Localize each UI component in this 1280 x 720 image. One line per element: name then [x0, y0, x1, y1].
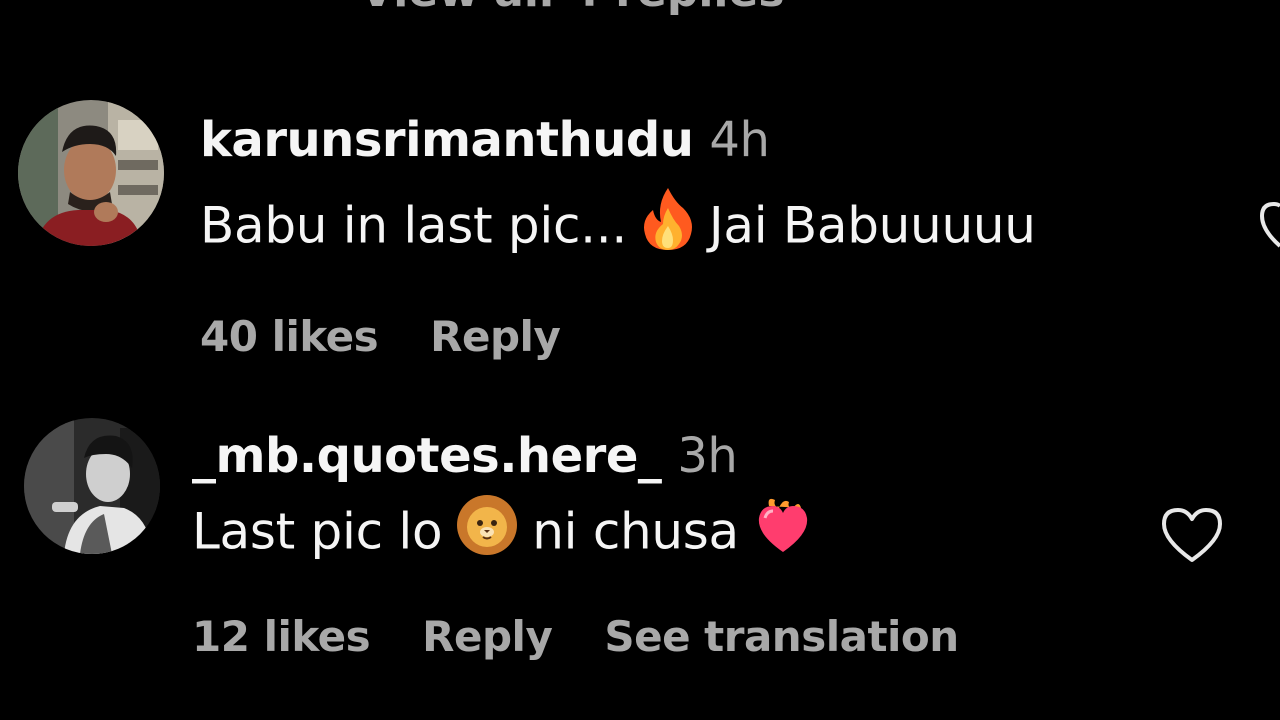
likes-count[interactable]: 40 likes	[200, 312, 379, 361]
comment-text-part: Last pic lo	[192, 502, 443, 561]
likes-count[interactable]: 12 likes	[192, 612, 371, 661]
reply-button[interactable]: Reply	[430, 312, 561, 361]
heart-on-fire-emoji-icon	[753, 496, 813, 566]
timestamp: 4h	[709, 112, 770, 168]
like-heart-button[interactable]	[1256, 196, 1280, 256]
lion-emoji-icon	[456, 494, 518, 568]
comment-text-part: Babu in last pic...	[200, 196, 627, 255]
comment-text: Babu in last pic... Jai Babuuuuu	[200, 188, 1036, 268]
fire-emoji-icon	[641, 186, 695, 264]
comment-text: Last pic lo ni chusa	[192, 495, 827, 572]
comment-text-part: Jai Babuuuuu	[708, 196, 1036, 255]
comment-actions: 40 likes Reply	[200, 312, 612, 361]
avatar[interactable]	[24, 418, 160, 554]
comment-text-part: ni chusa	[532, 502, 739, 561]
see-translation-button[interactable]: See translation	[604, 612, 959, 661]
timestamp: 3h	[677, 428, 738, 484]
username-text[interactable]: _mb.quotes.here_	[192, 428, 662, 484]
username-text[interactable]: karunsrimanthudu	[200, 112, 694, 168]
heart-outline-icon	[1260, 202, 1280, 248]
comments-panel: View all 4 replies karunsrimanthudu 4h Ba…	[0, 0, 1280, 720]
username[interactable]: _mb.quotes.here_ 3h	[192, 428, 738, 484]
like-heart-button[interactable]	[1158, 504, 1226, 570]
view-replies-link[interactable]: View all 4 replies	[360, 0, 785, 17]
username[interactable]: karunsrimanthudu 4h	[200, 112, 770, 168]
heart-outline-icon	[1162, 508, 1222, 562]
reply-button[interactable]: Reply	[422, 612, 553, 661]
avatar[interactable]	[18, 100, 164, 246]
comment-actions: 12 likes Reply See translation	[192, 612, 1011, 661]
